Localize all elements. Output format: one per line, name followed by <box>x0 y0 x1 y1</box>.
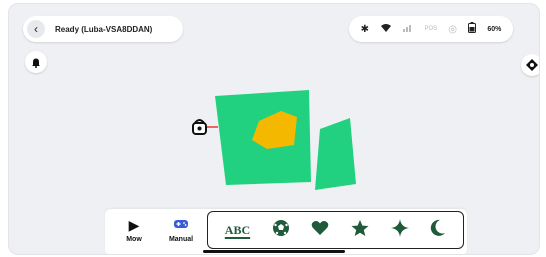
chevron-left-icon[interactable]: ‹ <box>27 20 45 38</box>
robot-status-pill: ‹ Ready (Luba-VSA8DDAN) <box>23 16 183 42</box>
mode-manual-button[interactable]: Manual <box>161 217 201 243</box>
sparkle-icon[interactable] <box>390 218 409 242</box>
text-pattern-button[interactable]: ABC <box>225 223 250 238</box>
home-indicator <box>203 250 345 253</box>
connectivity-status-pill: ✱ POS ◎ 60% <box>349 16 513 42</box>
shape-pattern-selector: ABC <box>207 211 464 249</box>
mode-manual-label: Manual <box>168 236 194 243</box>
robot-status-text: Ready (Luba-VSA8DDAN) <box>55 24 153 34</box>
heart-icon[interactable] <box>311 220 329 241</box>
locate-icon[interactable] <box>521 54 539 76</box>
app-screen: ‹ Ready (Luba-VSA8DDAN) ✱ POS ◎ 60% ▶ Mo… <box>8 3 540 255</box>
control-panel: ▶ Mow Manual ABC <box>105 209 467 254</box>
battery-icon <box>468 22 477 36</box>
mode-mow-button[interactable]: ▶ Mow <box>114 217 154 243</box>
mowing-zone-secondary[interactable] <box>315 118 356 190</box>
star-icon[interactable] <box>351 219 369 242</box>
bluetooth-icon: ✱ <box>360 23 369 35</box>
soccer-ball-icon[interactable] <box>272 219 290 242</box>
play-icon: ▶ <box>128 217 140 233</box>
bell-icon[interactable] <box>25 51 47 73</box>
mode-mow-label: Mow <box>126 236 142 243</box>
battery-percent: 60% <box>487 25 502 33</box>
gamepad-icon <box>161 217 201 233</box>
cellular-signal-icon <box>403 23 413 35</box>
satellite-icon: ◎ <box>448 23 457 35</box>
crescent-moon-icon[interactable] <box>430 219 446 242</box>
mower-icon[interactable] <box>189 116 211 138</box>
wifi-icon <box>380 23 392 36</box>
rtk-position-label: POS <box>424 26 438 32</box>
